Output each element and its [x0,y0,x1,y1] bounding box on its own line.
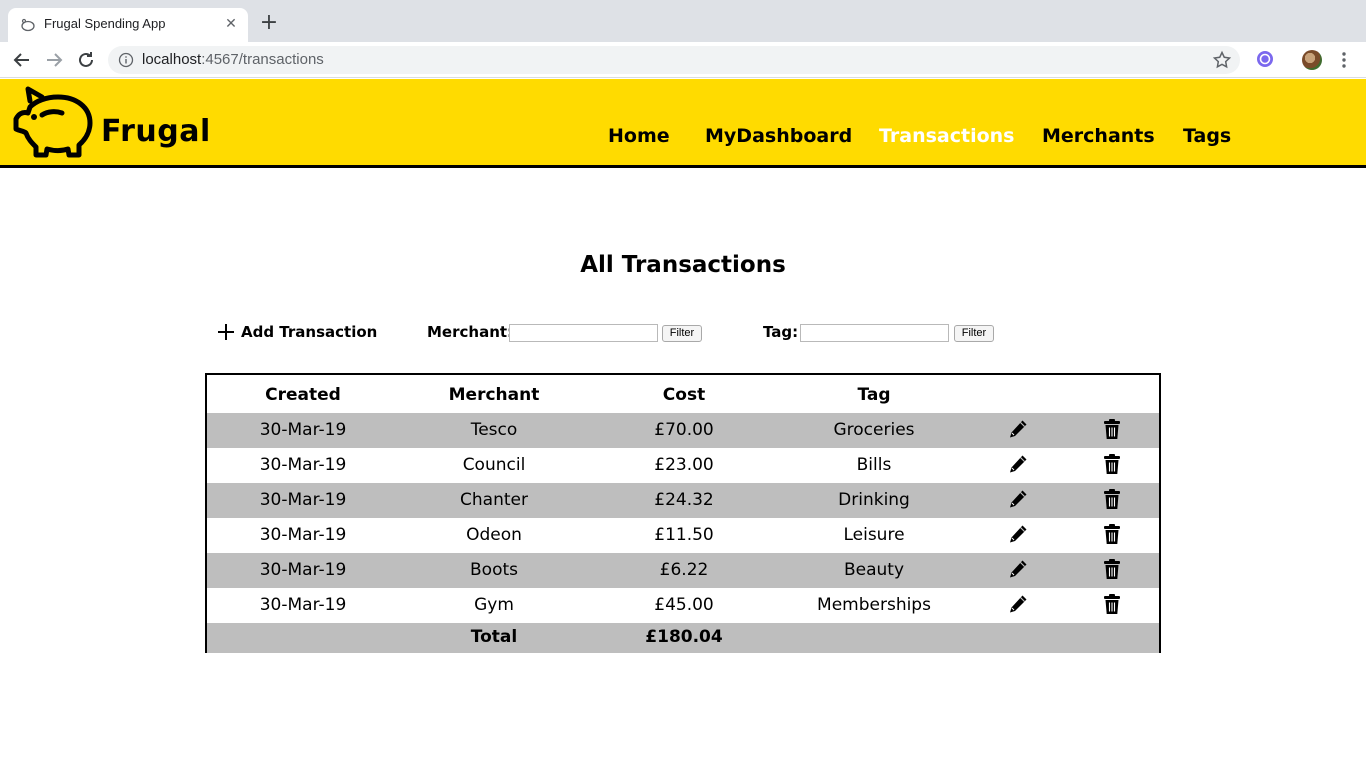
url-host: localhost [142,51,202,68]
browser-tab[interactable]: Frugal Spending App ✕ [8,8,248,42]
merchant-filter-label: Merchant: [427,323,514,341]
pencil-icon[interactable] [1007,488,1029,510]
extension-icon[interactable] [1256,50,1274,68]
cell-created: 30-Mar-19 [259,420,347,440]
cell-tag: Leisure [843,525,905,545]
app-header: Frugal Home MyDashboard Transactions Mer… [0,79,1366,168]
cell-merchant: Chanter [460,490,528,510]
column-header-cost[interactable]: Cost [589,385,779,405]
pencil-icon[interactable] [1007,558,1029,580]
address-bar[interactable]: localhost:4567/transactions [108,46,1240,74]
trash-icon[interactable] [1101,453,1123,475]
brand-name[interactable]: Frugal [101,114,211,149]
table-row: 30-Mar-19 Chanter £24.32 Drinking [207,483,1159,518]
cell-tag: Drinking [838,490,910,510]
table-row: 30-Mar-19 Tesco £70.00 Groceries [207,413,1159,448]
nav-transactions[interactable]: Transactions [879,125,1014,147]
table-header-row: Created Merchant Cost Tag [207,375,1159,413]
cell-cost: £6.22 [659,560,709,580]
cell-merchant: Council [462,455,526,475]
cell-cost: £45.00 [654,595,714,615]
add-transaction-label: Add Transaction [241,323,378,341]
merchant-filter-input[interactable] [509,324,658,342]
merchant-filter-button[interactable]: Filter [662,325,702,342]
cell-merchant: Odeon [466,525,522,545]
cell-cost: £24.32 [654,490,714,510]
browser-tab-bar: Frugal Spending App ✕ + [0,0,1366,42]
nav-mydashboard[interactable]: MyDashboard [705,125,852,147]
cell-tag: Beauty [843,560,905,580]
pencil-icon[interactable] [1007,523,1029,545]
table-row: 30-Mar-19 Gym £45.00 Memberships [207,588,1159,623]
nav-tags[interactable]: Tags [1183,125,1231,147]
url-path: :4567/transactions [201,51,324,68]
transactions-table: Created Merchant Cost Tag 30-Mar-19 Tesco… [205,373,1161,653]
info-icon[interactable] [118,52,134,68]
trash-icon[interactable] [1101,523,1123,545]
total-label: Total [470,627,518,647]
tag-filter-input[interactable] [800,324,949,342]
tab-title: Frugal Spending App [44,16,166,31]
cell-merchant: Tesco [470,420,518,440]
table-row: 30-Mar-19 Council £23.00 Bills [207,448,1159,483]
trash-icon[interactable] [1101,418,1123,440]
pencil-icon[interactable] [1007,418,1029,440]
table-row: 30-Mar-19 Boots £6.22 Beauty [207,553,1159,588]
reload-icon[interactable] [74,48,98,72]
trash-icon[interactable] [1101,593,1123,615]
kebab-menu-icon[interactable] [1336,50,1352,70]
cell-created: 30-Mar-19 [259,490,347,510]
browser-toolbar: localhost:4567/transactions [0,42,1366,78]
cell-cost: £70.00 [654,420,714,440]
add-transaction-button[interactable]: Add Transaction [217,320,377,344]
cell-merchant: Gym [474,595,514,615]
page-title: All Transactions [580,252,786,278]
cell-created: 30-Mar-19 [259,525,347,545]
cell-created: 30-Mar-19 [259,595,347,615]
column-header-merchant[interactable]: Merchant [399,385,589,405]
piggy-favicon-icon [21,18,35,32]
nav-merchants[interactable]: Merchants [1042,125,1155,147]
cell-merchant: Boots [470,560,518,580]
pencil-icon[interactable] [1007,453,1029,475]
tag-filter-button[interactable]: Filter [954,325,994,342]
trash-icon[interactable] [1101,558,1123,580]
cell-cost: £11.50 [654,525,714,545]
column-header-created[interactable]: Created [207,385,399,405]
cell-tag: Bills [856,455,892,475]
pencil-icon[interactable] [1007,593,1029,615]
nav-home[interactable]: Home [608,125,670,147]
new-tab-icon[interactable]: + [258,12,280,34]
close-tab-icon[interactable]: ✕ [222,15,240,33]
bookmark-star-icon[interactable] [1212,50,1232,70]
trash-icon[interactable] [1101,488,1123,510]
forward-arrow-icon[interactable] [42,48,66,72]
profile-avatar[interactable] [1302,50,1322,70]
cell-created: 30-Mar-19 [259,560,347,580]
tag-filter-label: Tag: [763,323,799,341]
plus-icon [218,324,234,340]
cell-created: 30-Mar-19 [259,455,347,475]
table-total-row: Total £180.04 [207,623,1159,653]
back-arrow-icon[interactable] [10,48,34,72]
cell-cost: £23.00 [654,455,714,475]
column-header-tag[interactable]: Tag [779,385,969,405]
url-text: localhost:4567/transactions [142,51,324,68]
piggy-bank-logo-icon[interactable] [12,83,94,159]
total-value: £180.04 [645,627,723,647]
cell-tag: Groceries [833,420,915,440]
table-row: 30-Mar-19 Odeon £11.50 Leisure [207,518,1159,553]
cell-tag: Memberships [817,595,931,615]
